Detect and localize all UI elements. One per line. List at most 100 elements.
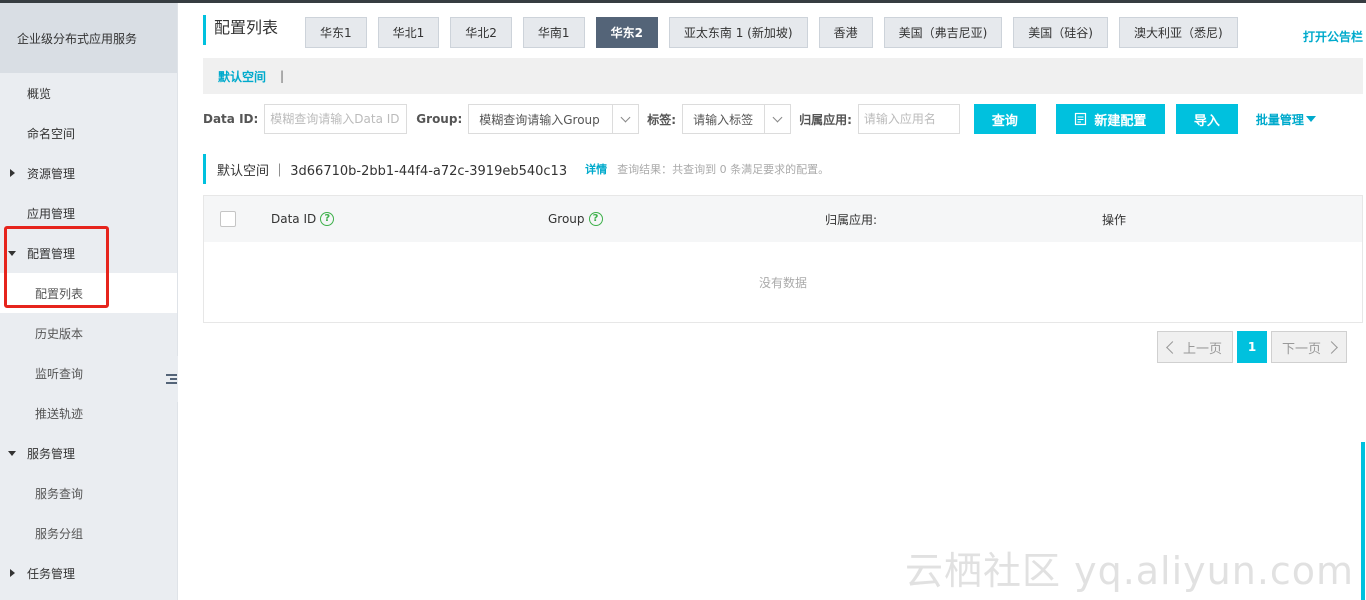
sidebar-item-task-management[interactable]: 任务管理 bbox=[0, 553, 177, 593]
sidebar-item-history[interactable]: 历史版本 bbox=[0, 313, 177, 353]
import-button[interactable]: 导入 bbox=[1175, 104, 1238, 134]
sidebar-item-label: 历史版本 bbox=[35, 326, 84, 341]
region-tab-virginia[interactable]: 美国（弗吉尼亚) bbox=[883, 17, 1003, 48]
sidebar-item-label: 应用管理 bbox=[27, 206, 76, 221]
caret-right-icon bbox=[10, 569, 15, 577]
batch-manage-dropdown[interactable]: 批量管理 bbox=[1256, 111, 1316, 128]
region-tabs: 华东1 华北1 华北2 华南1 华东2 亚太东南 1 (新加坡) 香港 美国（弗… bbox=[305, 17, 1249, 48]
open-notice-link[interactable]: 打开公告栏 bbox=[1303, 28, 1363, 45]
sidebar-item-label: 推送轨迹 bbox=[35, 406, 84, 421]
sidebar-item-label: 概览 bbox=[27, 86, 52, 101]
region-tab-huabei2[interactable]: 华北2 bbox=[450, 17, 512, 48]
column-actions: 操作 bbox=[1102, 196, 1126, 242]
batch-manage-label: 批量管理 bbox=[1255, 112, 1304, 127]
data-id-input[interactable] bbox=[264, 104, 408, 134]
group-label: Group: bbox=[416, 112, 463, 126]
sidebar-collapse-handle[interactable] bbox=[164, 356, 178, 402]
sidebar-item-push-trace[interactable]: 推送轨迹 bbox=[0, 393, 177, 433]
watermark-text: 云栖社区 yq.aliyun.com bbox=[905, 549, 1355, 593]
filter-row: Data ID: Group: 模糊查询请输入Group 标签: 请输入标签 归… bbox=[203, 103, 1316, 135]
sidebar-item-label: 配置管理 bbox=[27, 246, 76, 261]
region-tab-huadong1[interactable]: 华东1 bbox=[305, 17, 367, 48]
column-app: 归属应用: bbox=[825, 196, 877, 242]
region-tab-huabei1[interactable]: 华北1 bbox=[377, 17, 440, 48]
group-select[interactable]: 模糊查询请输入Group bbox=[468, 104, 640, 134]
column-header-label: Data ID bbox=[271, 212, 317, 226]
sidebar-item-config-management[interactable]: 配置管理 bbox=[0, 233, 177, 273]
column-header-label: 归属应用: bbox=[825, 212, 878, 227]
new-config-button[interactable]: 新建配置 bbox=[1055, 104, 1165, 134]
config-table: Data ID ? Group ? 归属应用: 操作 没有数据 bbox=[203, 195, 1363, 323]
region-tab-silicon-valley[interactable]: 美国（硅谷) bbox=[1013, 17, 1108, 48]
edit-document-icon bbox=[1075, 112, 1087, 126]
sidebar-item-resource-management[interactable]: 资源管理 bbox=[0, 153, 177, 193]
help-question-icon[interactable]: ? bbox=[588, 212, 603, 226]
namespace-detail-link[interactable]: 详情 bbox=[585, 161, 607, 177]
app-input[interactable] bbox=[857, 104, 960, 134]
tag-label: 标签: bbox=[647, 112, 677, 127]
table-empty-state: 没有数据 bbox=[758, 275, 807, 290]
sidebar-item-label: 服务管理 bbox=[27, 446, 76, 461]
help-question-icon[interactable]: ? bbox=[320, 212, 335, 226]
sidebar-item-label: 服务分组 bbox=[35, 526, 84, 541]
sidebar: 企业级分布式应用服务 概览 命名空间 资源管理 应用管理 配置管理 配置列表 历… bbox=[0, 3, 178, 600]
tag-select-value: 请输入标签 bbox=[693, 112, 754, 127]
sidebar-item-service-management[interactable]: 服务管理 bbox=[0, 433, 177, 473]
region-tab-singapore[interactable]: 亚太东南 1 (新加坡) bbox=[668, 17, 808, 48]
region-tab-sydney[interactable]: 澳大利亚（悉尼) bbox=[1118, 17, 1238, 48]
select-all-checkbox-cell bbox=[220, 196, 236, 242]
sidebar-item-label: 监听查询 bbox=[35, 366, 84, 381]
column-header-label: 操作 bbox=[1102, 212, 1127, 227]
next-page-label: 下一页 bbox=[1282, 341, 1322, 357]
sidebar-item-service-group[interactable]: 服务分组 bbox=[0, 513, 177, 553]
sidebar-item-label: 服务查询 bbox=[35, 486, 84, 501]
prev-page-label: 上一页 bbox=[1183, 341, 1223, 357]
page-title: 配置列表 bbox=[203, 15, 303, 45]
namespace-tab-default[interactable]: 默认空间 bbox=[218, 68, 266, 85]
sidebar-item-label: 资源管理 bbox=[27, 166, 76, 181]
page-number-current[interactable]: 1 bbox=[1237, 331, 1268, 363]
main-content: 配置列表 华东1 华北1 华北2 华南1 华东2 亚太东南 1 (新加坡) 香港… bbox=[178, 3, 1366, 600]
group-select-value: 模糊查询请输入Group bbox=[479, 112, 600, 127]
new-config-label: 新建配置 bbox=[1094, 112, 1147, 128]
column-group: Group ? bbox=[548, 196, 603, 242]
prev-page-button[interactable]: 上一页 bbox=[1157, 331, 1234, 363]
sidebar-item-listener-query[interactable]: 监听查询 bbox=[0, 353, 177, 393]
chevron-left-icon bbox=[1166, 340, 1179, 354]
sidebar-item-config-list[interactable]: 配置列表 bbox=[0, 273, 177, 313]
query-button[interactable]: 查询 bbox=[973, 104, 1036, 134]
pagination: 上一页 1 下一页 bbox=[1157, 331, 1348, 363]
sidebar-item-app-management[interactable]: 应用管理 bbox=[0, 193, 177, 233]
region-tab-huadong2[interactable]: 华东2 bbox=[595, 17, 658, 48]
scrollbar-indicator[interactable] bbox=[1361, 442, 1365, 600]
region-tab-hongkong[interactable]: 香港 bbox=[818, 17, 873, 48]
caret-down-icon bbox=[8, 451, 16, 456]
sidebar-product-title: 企业级分布式应用服务 bbox=[0, 3, 177, 73]
sidebar-item-label: 任务管理 bbox=[27, 566, 76, 581]
triangle-down-icon bbox=[1305, 116, 1316, 122]
chevron-right-icon bbox=[1325, 340, 1338, 354]
column-header-label: Group bbox=[548, 212, 585, 226]
namespace-separator: | bbox=[280, 69, 285, 83]
column-data-id: Data ID ? bbox=[271, 196, 335, 242]
chevron-down-icon bbox=[612, 105, 638, 133]
chevron-down-icon bbox=[764, 105, 790, 133]
sidebar-item-service-query[interactable]: 服务查询 bbox=[0, 473, 177, 513]
title-row: 配置列表 bbox=[203, 15, 303, 45]
region-tab-huanan1[interactable]: 华南1 bbox=[522, 17, 585, 48]
caret-right-icon bbox=[10, 169, 15, 177]
namespace-info: 默认空间 ｜ 3d66710b-2bb1-44f4-a72c-3919eb540… bbox=[203, 154, 829, 184]
collapse-menu-icon bbox=[165, 372, 177, 386]
sidebar-item-overview[interactable]: 概览 bbox=[0, 73, 177, 113]
caret-down-icon bbox=[8, 251, 16, 256]
sidebar-item-namespace[interactable]: 命名空间 bbox=[0, 113, 177, 153]
app-label: 归属应用: bbox=[799, 112, 852, 127]
query-result-text: 查询结果：共查询到 0 条满足要求的配置。 bbox=[617, 163, 830, 176]
tag-select[interactable]: 请输入标签 bbox=[682, 104, 792, 134]
data-id-label: Data ID: bbox=[203, 112, 259, 126]
sidebar-item-label: 命名空间 bbox=[27, 126, 76, 141]
namespace-name: 默认空间 ｜ 3d66710b-2bb1-44f4-a72c-3919eb540… bbox=[217, 163, 568, 179]
next-page-button[interactable]: 下一页 bbox=[1271, 331, 1348, 363]
sidebar-item-label: 配置列表 bbox=[35, 286, 84, 301]
select-all-checkbox[interactable] bbox=[220, 211, 236, 227]
